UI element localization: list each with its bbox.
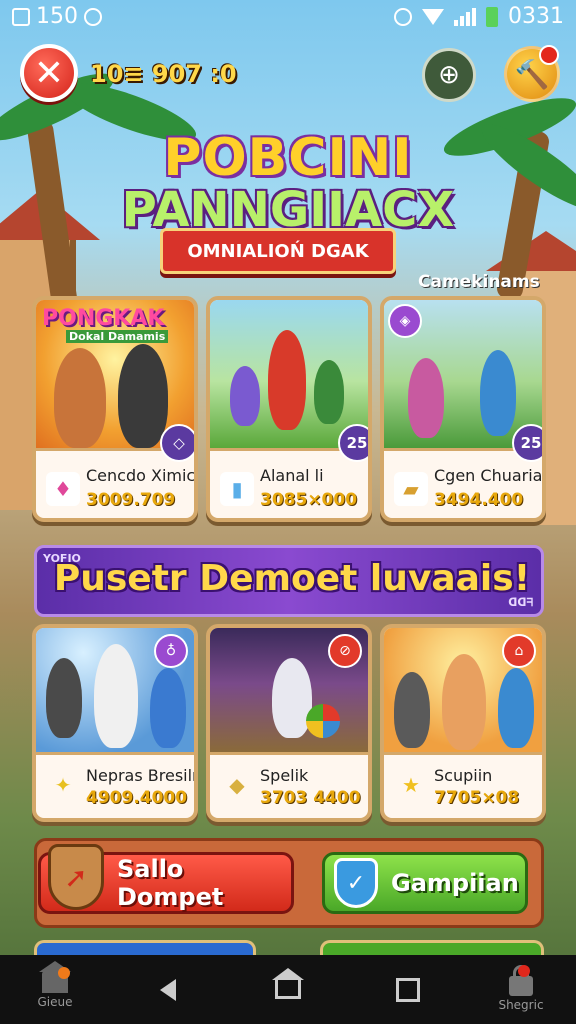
character — [150, 668, 186, 748]
card-title: Cgen Chuaria — [434, 466, 543, 485]
lock-icon — [509, 964, 533, 996]
character-girl — [54, 348, 106, 448]
card-price: 3085×000 — [260, 490, 358, 510]
screenshot-icon — [12, 7, 30, 26]
alarm-icon — [394, 7, 412, 26]
compass-button[interactable]: ⊕ — [422, 48, 476, 102]
character-girl — [408, 358, 444, 438]
button-label: Sallo Dompet — [117, 855, 224, 911]
character — [46, 658, 82, 738]
star-icon: ✦ — [54, 773, 72, 797]
compass-icon: ⊕ — [438, 60, 460, 90]
game-card-1[interactable]: PONGKAK Dokal Damamis ◇ ♦ Cencdo Ximice … — [32, 296, 198, 522]
game-logo-line1: POBCINI — [163, 128, 413, 188]
card-badge: 25 — [512, 424, 542, 462]
character-kid — [230, 366, 260, 426]
shield-arrow-icon: ➚ — [48, 844, 104, 910]
button-label: Gampiian — [391, 869, 519, 897]
character-boy — [118, 344, 168, 448]
card-badge: ◇ — [160, 424, 194, 462]
close-icon: ✕ — [33, 52, 65, 94]
nav-label: Shegric — [498, 997, 544, 1012]
card-tag-icon: ♁ — [154, 634, 188, 668]
game-card-6[interactable]: ⌂ ★ Scupiin 7705×08 — [380, 624, 546, 822]
notification-dot — [58, 967, 70, 979]
wifi-icon — [422, 8, 444, 25]
nav-home-tab[interactable]: Gieue — [20, 955, 90, 1024]
star-icon: ★ — [402, 773, 420, 797]
nav-label: Gieue — [37, 994, 73, 1009]
card-price: 7705×08 — [434, 788, 520, 808]
gem-icon: ♦ — [46, 472, 80, 506]
scroll-icon: ▰ — [394, 472, 428, 506]
signal-icon — [454, 7, 476, 26]
status-time: 150 — [36, 4, 78, 29]
character-hero — [268, 330, 306, 430]
card-art: ⊘ — [210, 628, 368, 755]
card-badge: 25 — [338, 424, 368, 462]
home-icon — [272, 968, 304, 999]
character — [498, 668, 534, 748]
card-title: Alanal li — [260, 466, 324, 485]
score-display: 10≡ 907 :0 — [90, 60, 237, 88]
card-price: 3703 4400 — [260, 788, 361, 808]
hammer-button[interactable]: 🔨 — [504, 45, 560, 102]
game-card-4[interactable]: ♁ ✦ Nepras Bresilny 4909.4000 — [32, 624, 198, 822]
back-icon — [160, 978, 176, 1001]
character-boy — [480, 350, 516, 436]
game-card-5[interactable]: ⊘ ◆ Spelik 3703 4400 — [206, 624, 372, 822]
card-price: 4909.4000 — [86, 788, 188, 808]
notification-dot — [518, 965, 530, 977]
shield-icon: ✓ — [334, 858, 378, 908]
character — [94, 644, 138, 748]
notification-dot — [539, 45, 559, 65]
card-tag-icon: ◈ — [388, 304, 422, 338]
character-kid — [314, 360, 344, 424]
card-art-subtitle: Dokal Damamis — [66, 330, 169, 343]
card-price: 3009.709 — [86, 490, 176, 510]
back-button[interactable] — [146, 955, 190, 1024]
game-card-2[interactable]: 25 ▮ Alanal li 3085×000 — [206, 296, 372, 522]
battery-icon — [486, 6, 498, 27]
close-button[interactable]: ✕ — [20, 44, 78, 102]
logo-ribbon: OMNIALIOŃ DGAK — [160, 228, 396, 274]
card-art-title: PONGKAK — [42, 306, 165, 331]
recents-button[interactable] — [386, 955, 430, 1024]
status-clock: 0331 — [508, 4, 564, 29]
promo-text: Pusetr Demoet luvaais! — [53, 558, 531, 599]
promo-banner[interactable]: YOFIO Pusetr Demoet luvaais! ᗡᗡᖷ — [34, 545, 544, 617]
card-title: Nepras Bresilny — [86, 766, 194, 785]
card-tag-icon: ⌂ — [502, 634, 536, 668]
card-title: Spelik — [260, 766, 309, 785]
character — [394, 672, 430, 748]
game-card-3[interactable]: ◈ 25 ▰ Cgen Chuaria 3494.400 — [380, 296, 546, 522]
promo-side-right: ᗡᗡᖷ — [508, 596, 533, 609]
recents-icon — [396, 977, 420, 1002]
card-title: Scupiin — [434, 766, 493, 785]
card-tag-icon: ⊘ — [328, 634, 362, 668]
card-art: ⌂ — [384, 628, 542, 755]
ball-icon — [306, 704, 340, 738]
card-art: ♁ — [36, 628, 194, 755]
sync-icon — [84, 7, 102, 26]
crystal-icon: ▮ — [220, 472, 254, 506]
character — [442, 654, 486, 750]
diamond-icon: ◆ — [229, 773, 245, 797]
section-label: Camekinams — [418, 272, 540, 292]
status-bar: 150 0331 — [0, 0, 576, 34]
navigation-bar: Gieue Shegric — [0, 955, 576, 1024]
home-button[interactable] — [264, 955, 312, 1024]
card-title: Cencdo Ximice — [86, 466, 198, 485]
card-price: 3494.400 — [434, 490, 524, 510]
